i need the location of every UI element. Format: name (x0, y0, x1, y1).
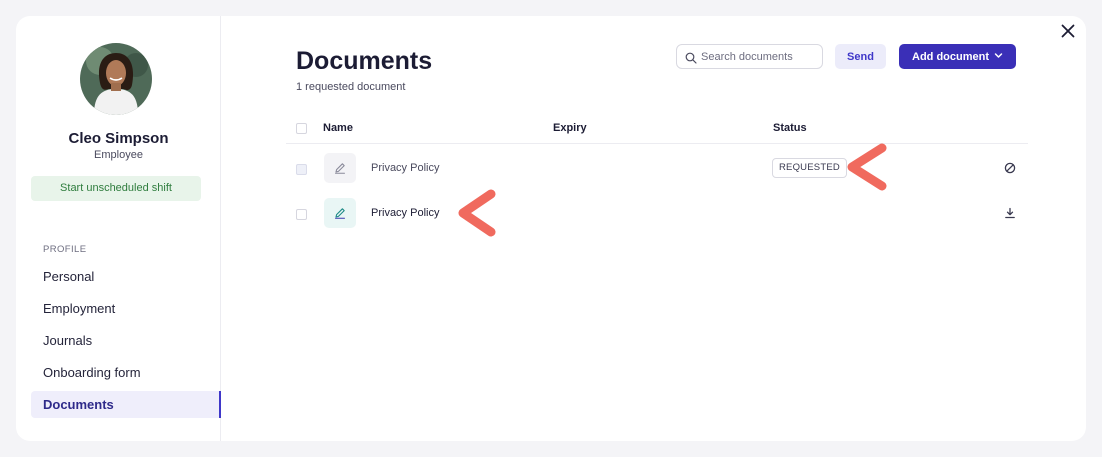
search-icon (685, 51, 697, 64)
page-title: Documents (296, 47, 433, 75)
user-name: Cleo Simpson (68, 130, 169, 147)
column-header-status: Status (773, 122, 807, 134)
row-checkbox[interactable] (296, 209, 307, 220)
sidebar-item-personal[interactable]: Personal (31, 263, 221, 290)
row-checkbox[interactable] (296, 164, 307, 175)
page-subtitle: 1 requested document (296, 81, 406, 93)
search-input[interactable] (701, 46, 819, 67)
add-document-button[interactable]: Add document (899, 44, 1016, 69)
annotation-arrow-icon (847, 143, 887, 191)
document-icon (324, 153, 356, 183)
sidebar-item-documents[interactable]: Documents (31, 391, 221, 418)
document-name[interactable]: Privacy Policy (371, 207, 439, 219)
annotation-arrow-icon (458, 189, 496, 237)
add-document-label: Add document (912, 50, 989, 63)
profile-section-label: PROFILE (43, 244, 87, 255)
user-role: Employee (94, 149, 143, 161)
document-name[interactable]: Privacy Policy (371, 162, 439, 174)
avatar (80, 43, 152, 115)
sidebar-item-employment[interactable]: Employment (31, 295, 221, 322)
send-button[interactable]: Send (835, 44, 886, 69)
profile-sidebar: Cleo Simpson Employee Start unscheduled … (16, 16, 221, 441)
column-header-expiry: Expiry (553, 122, 587, 134)
document-icon (324, 198, 356, 228)
sidebar-item-onboarding-form[interactable]: Onboarding form (31, 359, 221, 386)
cancel-icon[interactable] (1003, 161, 1017, 175)
close-icon[interactable] (1059, 22, 1077, 40)
select-all-checkbox[interactable] (296, 123, 307, 134)
sidebar-item-journals[interactable]: Journals (31, 327, 221, 354)
download-icon[interactable] (1003, 206, 1017, 220)
profile-modal: Cleo Simpson Employee Start unscheduled … (16, 16, 1086, 441)
status-badge: REQUESTED (772, 158, 847, 178)
table-header-divider (286, 143, 1028, 144)
column-header-name: Name (323, 122, 353, 134)
chevron-down-icon (994, 51, 1003, 63)
start-shift-button[interactable]: Start unscheduled shift (31, 176, 201, 201)
search-box (676, 44, 823, 69)
